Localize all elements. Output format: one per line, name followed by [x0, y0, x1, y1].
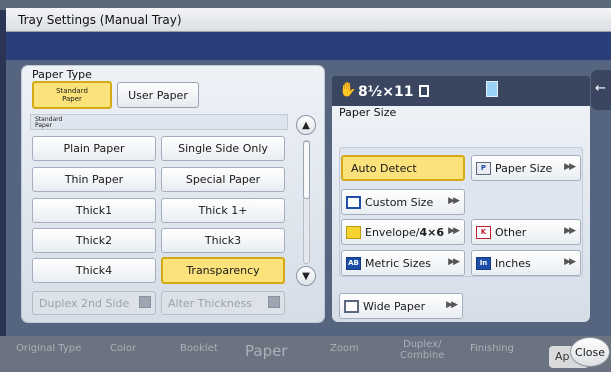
chevron-right-icon: ▶▶ — [448, 257, 460, 267]
close-label: Close — [575, 345, 605, 359]
chevron-right-icon: ▶▶ — [564, 162, 576, 172]
single-side-only-button[interactable]: Single Side Only — [161, 136, 285, 161]
four-by-six-label: 4×6 — [419, 225, 444, 239]
chevron-right-icon: ▶▶ — [564, 226, 576, 236]
tab-user-paper[interactable]: User Paper — [117, 82, 199, 108]
bg-tab-booklet: Booklet — [180, 343, 218, 354]
thin-paper-label: Thin Paper — [64, 173, 124, 186]
alter-thickness-checkbox-icon — [268, 296, 280, 308]
inches-icon: In — [476, 256, 491, 270]
envelope-4x6-button[interactable]: Envelope/4×6 ▶▶ — [341, 219, 465, 245]
tab-standard-paper[interactable]: Standard Paper — [32, 81, 112, 109]
arrow-left-icon: ← — [595, 81, 606, 96]
bg-tab-paper: Paper — [245, 342, 288, 360]
standard-paper-strip-label: Standard Paper — [35, 116, 63, 129]
chevron-right-icon: ▶▶ — [448, 196, 460, 206]
transparency-button[interactable]: Transparency — [161, 257, 285, 284]
plain-paper-label: Plain Paper — [63, 142, 125, 155]
chevron-up-icon: ▲ — [302, 119, 310, 131]
bg-tab-color: Color — [110, 343, 137, 354]
custom-size-label: Custom Size — [365, 195, 434, 209]
special-paper-button[interactable]: Special Paper — [161, 167, 285, 192]
custom-size-icon — [346, 195, 361, 209]
metric-sizes-button[interactable]: AB Metric Sizes ▶▶ — [341, 250, 465, 276]
paper-size-label: Paper Size — [339, 106, 397, 119]
duplex-checkbox-icon — [139, 296, 151, 308]
portrait-sheet-icon — [419, 85, 429, 97]
other-label: Other — [495, 225, 527, 239]
duplex-2nd-side-label: Duplex 2nd Side — [39, 297, 130, 310]
tab-standard-paper-label: Standard Paper — [56, 87, 88, 103]
metric-sizes-label: Metric Sizes — [365, 256, 432, 270]
bg-tab-original-type: Original Type — [16, 343, 82, 354]
transparency-label: Transparency — [186, 264, 260, 277]
thick1-button[interactable]: Thick1 — [32, 198, 156, 223]
wide-paper-icon — [344, 299, 359, 313]
side-panel-tab[interactable]: ← — [591, 70, 611, 110]
chevron-right-icon: ▶▶ — [448, 226, 460, 236]
tab-user-paper-label: User Paper — [128, 88, 188, 102]
standard-paper-strip: Standard Paper — [30, 114, 288, 130]
alter-thickness-button: Alter Thickness — [161, 291, 285, 315]
thick4-button[interactable]: Thick4 — [32, 258, 156, 283]
wide-paper-label: Wide Paper — [363, 299, 426, 313]
duplex-2nd-side-button: Duplex 2nd Side — [32, 291, 156, 315]
scroll-down-button[interactable]: ▼ — [296, 266, 316, 286]
thick2-label: Thick2 — [75, 234, 113, 247]
chevron-down-icon: ▼ — [302, 270, 310, 282]
thick1-plus-label: Thick 1+ — [198, 204, 248, 217]
paper-size-button-label: Paper Size — [495, 161, 553, 175]
thick3-button[interactable]: Thick3 — [161, 228, 285, 253]
envelope-icon — [346, 225, 361, 239]
dialog-title: Tray Settings (Manual Tray) — [6, 8, 611, 32]
paper-tray-icon — [486, 81, 498, 97]
chevron-right-icon: ▶▶ — [564, 257, 576, 267]
metric-sizes-icon: AB — [346, 256, 361, 270]
scrollbar-thumb[interactable] — [303, 141, 310, 199]
close-button[interactable]: Close — [570, 337, 610, 367]
envelope-label-wrap: Envelope/4×6 — [365, 226, 444, 239]
hand-icon: ✋ — [339, 82, 357, 98]
auto-detect-label: Auto Detect — [351, 161, 417, 175]
auto-detect-button[interactable]: Auto Detect — [341, 155, 465, 181]
chevron-right-icon: ▶▶ — [446, 300, 458, 310]
inches-label: Inches — [495, 256, 531, 270]
alter-thickness-label: Alter Thickness — [168, 297, 253, 310]
thick4-label: Thick4 — [75, 264, 113, 277]
other-size-icon: K — [476, 225, 491, 239]
thin-paper-button[interactable]: Thin Paper — [32, 167, 156, 192]
thick2-button[interactable]: Thick2 — [32, 228, 156, 253]
background-bottom-bar — [0, 336, 611, 372]
special-paper-label: Special Paper — [185, 173, 261, 186]
thick3-label: Thick3 — [204, 234, 242, 247]
paper-type-label: Paper Type — [32, 68, 92, 81]
other-button[interactable]: K Other ▶▶ — [471, 219, 581, 245]
bg-tab-finishing: Finishing — [470, 343, 514, 354]
inches-button[interactable]: In Inches ▶▶ — [471, 250, 581, 276]
wide-paper-button[interactable]: Wide Paper ▶▶ — [339, 293, 463, 319]
plain-paper-button[interactable]: Plain Paper — [32, 136, 156, 161]
scroll-up-button[interactable]: ▲ — [296, 115, 316, 135]
paper-size-icon: P — [476, 161, 491, 175]
envelope-label: Envelope/ — [365, 225, 420, 239]
thick1-plus-button[interactable]: Thick 1+ — [161, 198, 285, 223]
paper-size-button[interactable]: P Paper Size ▶▶ — [471, 155, 581, 181]
bg-tab-duplex-combine: Duplex/ Combine — [400, 339, 445, 361]
custom-size-button[interactable]: Custom Size ▶▶ — [341, 189, 465, 215]
thick1-label: Thick1 — [75, 204, 113, 217]
dialog-header-band — [6, 32, 611, 60]
single-side-only-label: Single Side Only — [178, 142, 268, 155]
bg-tab-zoom: Zoom — [330, 343, 359, 354]
current-size-text: 8½×11 — [358, 84, 414, 100]
